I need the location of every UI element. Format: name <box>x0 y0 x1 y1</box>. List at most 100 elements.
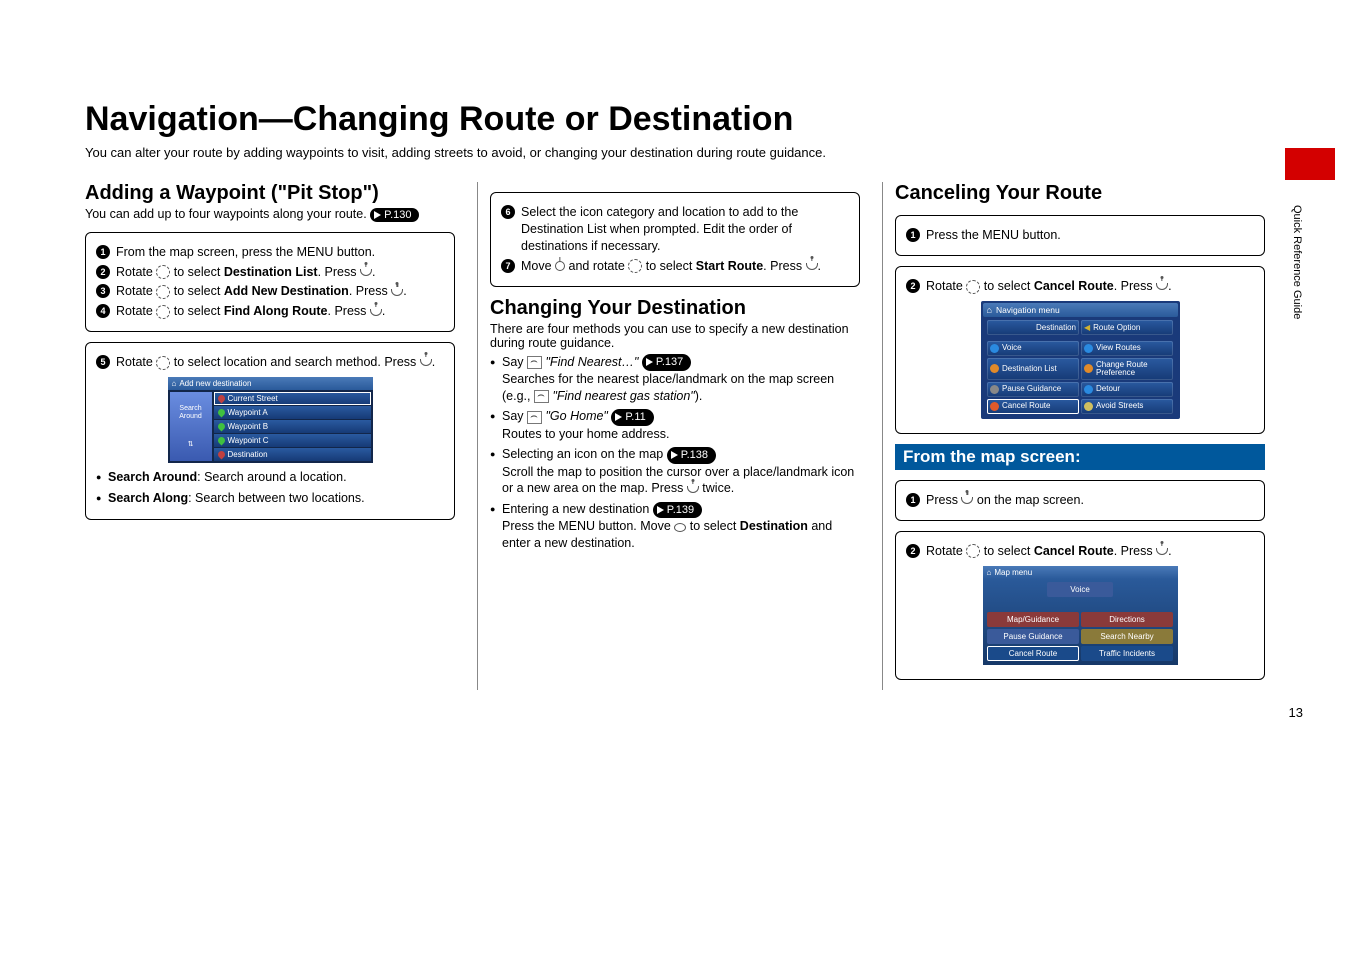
step-text: Rotate to select location and search met… <box>116 354 435 371</box>
press-icon <box>1156 283 1168 290</box>
ss-list-row: Waypoint C <box>214 434 371 447</box>
step-text: Press the MENU button. <box>926 227 1061 244</box>
ss-header: Add new destination <box>168 377 373 390</box>
ss-tab: ◀ Route Option <box>1081 320 1173 335</box>
step-text: Rotate to select Cancel Route. Press . <box>926 543 1172 560</box>
canceling-route-heading: Canceling Your Route <box>895 182 1265 205</box>
page-ref: P.138 <box>667 447 716 464</box>
ss-menu-item: Avoid Streets <box>1081 399 1173 414</box>
step-text: Press on the map screen. <box>926 492 1084 509</box>
ss-map-btn: Traffic Incidents <box>1081 646 1173 661</box>
columns: Adding a Waypoint ("Pit Stop") You can a… <box>85 182 1265 690</box>
bullet: Say "Go Home" P.11 Routes to your home a… <box>490 408 860 442</box>
press-icon <box>687 486 699 493</box>
step-number: 2 <box>906 279 920 293</box>
step-number: 4 <box>96 304 110 318</box>
step-text: Rotate to select Add New Destination. Pr… <box>116 283 407 300</box>
page-title: Navigation—Changing Route or Destination <box>85 100 1265 139</box>
ss-map-btn: Cancel Route <box>987 646 1079 661</box>
map-step-1-box: 1 Press on the map screen. <box>895 480 1265 521</box>
step-text: Rotate to select Cancel Route. Press . <box>926 278 1172 295</box>
page-ref: P.139 <box>653 502 702 519</box>
page-number: 13 <box>1289 705 1303 720</box>
dial-icon <box>966 280 980 294</box>
ss-voice-btn: Voice <box>1047 582 1113 597</box>
page: Quick Reference Guide 13 Navigation—Chan… <box>85 100 1265 690</box>
ss-side: Search Around ⇅ <box>170 392 212 461</box>
page-ref: P.11 <box>611 409 653 426</box>
voice-icon <box>534 390 549 403</box>
step-text: Rotate to select Destination List. Press… <box>116 264 375 281</box>
step-number: 1 <box>96 245 110 259</box>
ss-menu-item: Change Route Preference <box>1081 358 1173 380</box>
ss-list-row: Waypoint B <box>214 420 371 433</box>
ss-map-btn: Directions <box>1081 612 1173 627</box>
ss-header: Navigation menu <box>983 303 1178 317</box>
cancel-step-1-box: 1 Press the MENU button. <box>895 215 1265 256</box>
press-icon <box>360 269 372 276</box>
from-map-heading: From the map screen: <box>895 444 1265 470</box>
ss-map-btn: Pause Guidance <box>987 629 1079 644</box>
changing-destination-heading: Changing Your Destination <box>490 297 860 320</box>
move-icon <box>674 523 686 532</box>
bullet: Entering a new destination P.139 Press t… <box>490 501 860 552</box>
dial-icon <box>156 265 170 279</box>
step-number: 1 <box>906 493 920 507</box>
bullet: Search Around: Search around a location. <box>96 469 444 486</box>
step-number: 5 <box>96 355 110 369</box>
ss-header: Map menu <box>983 566 1178 579</box>
dial-icon <box>156 305 170 319</box>
column-3: Canceling Your Route 1 Press the MENU but… <box>882 182 1265 690</box>
steps-box-3: 6 Select the icon category and location t… <box>490 192 860 287</box>
ss-map-btn: Map/Guidance <box>987 612 1079 627</box>
cancel-step-2-box: 2Rotate to select Cancel Route. Press . … <box>895 266 1265 434</box>
dial-icon <box>156 356 170 370</box>
waypoint-sub-text: You can add up to four waypoints along y… <box>85 207 370 221</box>
press-icon <box>391 289 403 296</box>
press-icon <box>370 309 382 316</box>
step-number: 6 <box>501 205 515 219</box>
press-icon <box>806 263 818 270</box>
press-icon <box>420 359 432 366</box>
ss-menu-item: Detour <box>1081 382 1173 397</box>
ss-list-row: Current Street <box>214 392 371 405</box>
dial-icon <box>156 285 170 299</box>
steps-box-1: 1 From the map screen, press the MENU but… <box>85 232 455 333</box>
column-1: Adding a Waypoint ("Pit Stop") You can a… <box>85 182 455 690</box>
ss-tab: Destination <box>987 320 1079 335</box>
voice-icon <box>527 411 542 424</box>
changing-sub: There are four methods you can use to sp… <box>490 322 860 350</box>
ss-menu-item: View Routes <box>1081 341 1173 356</box>
ss-menu-item: Destination List <box>987 358 1079 380</box>
step-number: 1 <box>906 228 920 242</box>
nav-menu-screenshot: Navigation menu Destination ◀ Route Opti… <box>981 301 1180 419</box>
section-tab <box>1285 148 1335 180</box>
ss-list-row: Waypoint A <box>214 406 371 419</box>
step-number: 2 <box>906 544 920 558</box>
step-text: Move and rotate to select Start Route. P… <box>521 258 821 275</box>
steps-box-2: 5 Rotate to select location and search me… <box>85 342 455 520</box>
waypoint-sub: You can add up to four waypoints along y… <box>85 207 455 222</box>
bullet: Search Along: Search between two locatio… <box>96 490 444 507</box>
ss-menu-item: Pause Guidance <box>987 382 1079 397</box>
map-menu-screenshot: Map menu Voice Map/GuidanceDirectionsPau… <box>983 566 1178 665</box>
bullet: Say "Find Nearest…" P.137 Searches for t… <box>490 354 860 405</box>
step-number: 7 <box>501 259 515 273</box>
voice-icon <box>527 356 542 369</box>
adding-waypoint-heading: Adding a Waypoint ("Pit Stop") <box>85 182 455 205</box>
press-icon <box>961 497 973 504</box>
press-icon <box>1156 548 1168 555</box>
ss-menu-item: Cancel Route <box>987 399 1079 414</box>
ss-menu-item: Voice <box>987 341 1079 356</box>
page-ref: P.137 <box>642 354 691 371</box>
dial-icon <box>628 259 642 273</box>
step-text: Select the icon category and location to… <box>521 204 849 255</box>
intro-text: You can alter your route by adding waypo… <box>85 145 1265 160</box>
ss-list-row: Destination <box>214 448 371 461</box>
step-text: From the map screen, press the MENU butt… <box>116 244 375 261</box>
column-2: 6 Select the icon category and location t… <box>477 182 860 690</box>
page-ref: P.130 <box>370 208 419 222</box>
ss-map-btn: Search Nearby <box>1081 629 1173 644</box>
map-step-2-box: 2Rotate to select Cancel Route. Press . … <box>895 531 1265 680</box>
ss-list: Current StreetWaypoint AWaypoint BWaypoi… <box>214 392 371 461</box>
